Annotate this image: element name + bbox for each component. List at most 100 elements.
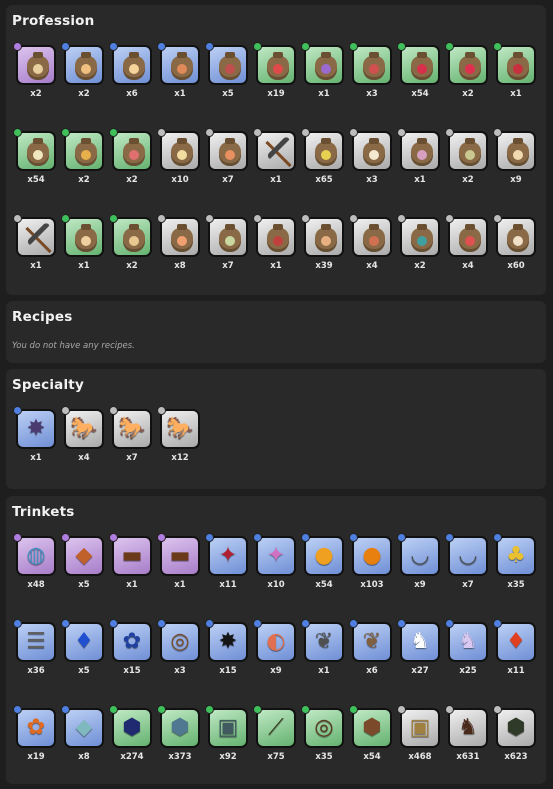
inventory-item[interactable]: ⟋ x75 [253, 705, 296, 766]
inventory-item[interactable]: x39 [301, 214, 344, 275]
inventory-item[interactable]: ⬢ x274 [109, 705, 152, 766]
inventory-item[interactable]: x7 [205, 128, 248, 189]
inventory-item[interactable]: x2 [445, 128, 488, 189]
inventory-item[interactable]: ▣ x92 [205, 705, 248, 766]
item-quantity: x15 [123, 666, 141, 676]
inventory-item[interactable]: ● x54 [301, 533, 344, 594]
inventory-item[interactable]: x1 [301, 42, 344, 103]
inventory-item[interactable]: 🐎 x7 [109, 406, 152, 467]
inventory-item[interactable]: x3 [349, 42, 392, 103]
inventory-item[interactable]: x1 [253, 128, 296, 189]
rarity-indicator [61, 42, 70, 51]
inventory-item[interactable]: x9 [493, 128, 536, 189]
rarity-indicator [13, 406, 22, 415]
geode-slice-icon: ◐ [256, 622, 296, 662]
seed-bag-icon [352, 45, 392, 85]
inventory-item[interactable]: ◆ x5 [61, 533, 104, 594]
inventory-item[interactable]: x1 [157, 42, 200, 103]
bat-plush-icon: ❦ [304, 622, 344, 662]
inventory-item[interactable]: ✦ x11 [205, 533, 248, 594]
inventory-item[interactable]: x2 [109, 214, 152, 275]
inventory-item[interactable]: ♣ x35 [493, 533, 536, 594]
inventory-item[interactable]: ❦ x1 [301, 619, 344, 680]
inventory-item[interactable]: x60 [493, 214, 536, 275]
inventory-item[interactable]: ✿ x15 [109, 619, 152, 680]
inventory-item[interactable]: ♞ x631 [445, 705, 488, 766]
item-quantity: x631 [456, 752, 480, 762]
item-quantity: x9 [414, 580, 426, 590]
rarity-indicator [493, 42, 502, 51]
item-quantity: x103 [360, 580, 384, 590]
inventory-item[interactable]: ◡ x9 [397, 533, 440, 594]
inventory-item[interactable]: x6 [109, 42, 152, 103]
item-quantity: x54 [411, 89, 429, 99]
rarity-indicator [61, 214, 70, 223]
inventory-item[interactable]: ⬢ x54 [349, 705, 392, 766]
inventory-item[interactable]: ✸ x15 [205, 619, 248, 680]
inventory-item[interactable]: ◍ x48 [13, 533, 56, 594]
inventory-item[interactable]: x1 [13, 214, 56, 275]
inventory-item[interactable]: x1 [493, 42, 536, 103]
rarity-indicator [109, 619, 118, 628]
inventory-item[interactable]: x2 [109, 128, 152, 189]
inventory-item[interactable]: x3 [349, 128, 392, 189]
inventory-item[interactable]: ❦ x6 [349, 619, 392, 680]
inventory-item[interactable]: ♞ x27 [397, 619, 440, 680]
inventory-item[interactable]: ▬ x1 [157, 533, 200, 594]
seed-bag-icon [160, 217, 200, 257]
inventory-item[interactable]: ♦ x11 [493, 619, 536, 680]
rarity-indicator [157, 406, 166, 415]
inventory-item[interactable]: x1 [61, 214, 104, 275]
inventory-item[interactable]: 🐎 x12 [157, 406, 200, 467]
rarity-indicator [157, 619, 166, 628]
inventory-item[interactable]: x2 [13, 42, 56, 103]
treasure-chest-icon: ▬ [160, 536, 200, 576]
inventory-item[interactable]: ◆ x8 [61, 705, 104, 766]
profession-title: Profession [12, 13, 95, 29]
inventory-item[interactable]: ⬢ x373 [157, 705, 200, 766]
inventory-item[interactable]: ▣ x468 [397, 705, 440, 766]
rarity-indicator [205, 128, 214, 137]
rarity-indicator [301, 128, 310, 137]
inventory-item[interactable]: x1 [397, 128, 440, 189]
inventory-item[interactable]: x1 [253, 214, 296, 275]
item-quantity: x48 [27, 580, 45, 590]
pickaxe-icon [256, 131, 296, 171]
blue-ore-icon: ⬢ [112, 708, 152, 748]
inventory-item[interactable]: x8 [157, 214, 200, 275]
seed-bag-icon [304, 217, 344, 257]
inventory-item[interactable]: x54 [13, 128, 56, 189]
inventory-item[interactable]: x7 [205, 214, 248, 275]
inventory-item[interactable]: ● x103 [349, 533, 392, 594]
inventory-item[interactable]: ◡ x7 [445, 533, 488, 594]
inventory-item[interactable]: ◎ x3 [157, 619, 200, 680]
inventory-item[interactable]: x4 [349, 214, 392, 275]
inventory-item[interactable]: ▬ x1 [109, 533, 152, 594]
inventory-item[interactable]: x5 [205, 42, 248, 103]
inventory-item[interactable]: x19 [253, 42, 296, 103]
inventory-item[interactable]: x4 [445, 214, 488, 275]
seed-bag-icon [304, 45, 344, 85]
inventory-item[interactable]: ✦ x10 [253, 533, 296, 594]
inventory-item[interactable]: ♞ x25 [445, 619, 488, 680]
item-quantity: x2 [30, 89, 42, 99]
inventory-item[interactable]: ✿ x19 [13, 705, 56, 766]
inventory-item[interactable]: ☰ x36 [13, 619, 56, 680]
inventory-item[interactable]: x2 [445, 42, 488, 103]
rarity-indicator [13, 128, 22, 137]
inventory-item[interactable]: x10 [157, 128, 200, 189]
rarity-indicator [253, 705, 262, 714]
rarity-indicator [13, 705, 22, 714]
inventory-item[interactable]: x54 [397, 42, 440, 103]
inventory-item[interactable]: x2 [397, 214, 440, 275]
inventory-item[interactable]: ✸ x1 [13, 406, 56, 467]
inventory-item[interactable]: ♦ x5 [61, 619, 104, 680]
inventory-item[interactable]: x2 [61, 42, 104, 103]
inventory-item[interactable]: x2 [61, 128, 104, 189]
rarity-indicator [445, 705, 454, 714]
inventory-item[interactable]: x65 [301, 128, 344, 189]
inventory-item[interactable]: ◎ x35 [301, 705, 344, 766]
inventory-item[interactable]: 🐎 x4 [61, 406, 104, 467]
inventory-item[interactable]: ⬢ x623 [493, 705, 536, 766]
inventory-item[interactable]: ◐ x9 [253, 619, 296, 680]
